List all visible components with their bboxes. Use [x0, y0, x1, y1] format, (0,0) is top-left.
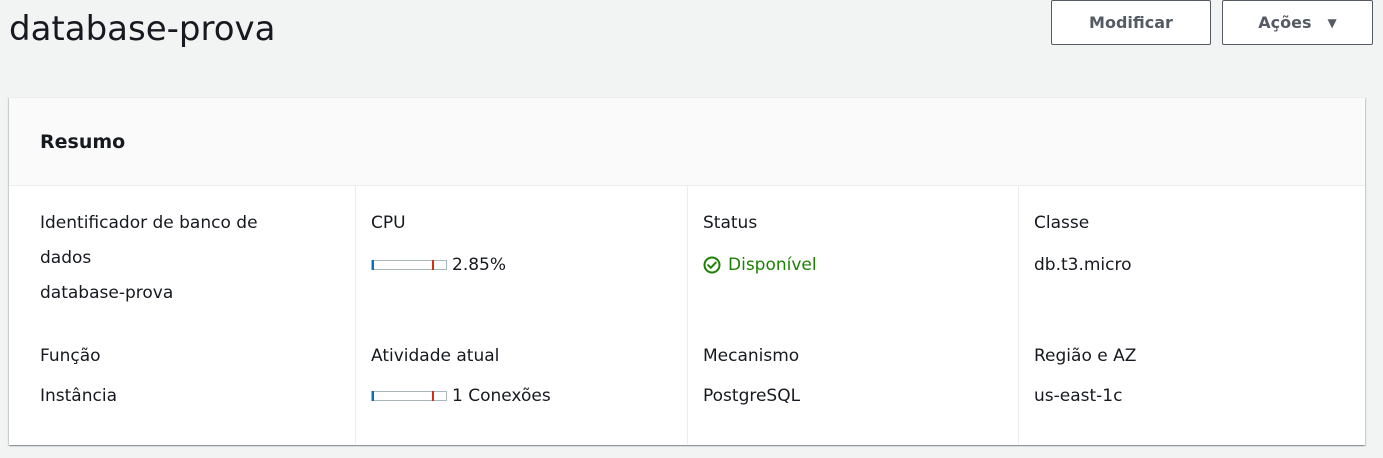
- engine-value: PostgreSQL: [703, 386, 801, 406]
- summary-column-status: Status Disponível Mecanismo PostgreSQL: [687, 186, 1018, 444]
- cpu-meter: [371, 260, 447, 270]
- header-actions: Modificar Ações ▼: [1051, 0, 1373, 45]
- activity-value: 1 Conexões: [452, 386, 551, 406]
- role-value: Instância: [40, 386, 117, 406]
- status-value-row: Disponível: [703, 248, 998, 282]
- class-value: db.t3.micro: [1034, 255, 1132, 275]
- page-title: database-prova: [9, 9, 276, 49]
- summary-column-identifier: Identificador de banco de dados database…: [9, 186, 355, 444]
- activity-label: Atividade atual: [371, 346, 500, 366]
- activity-field: Atividade atual 1 Conexões: [371, 339, 667, 413]
- activity-meter-fill: [372, 391, 374, 401]
- cpu-label: CPU: [371, 213, 406, 233]
- identifier-value: database-prova: [40, 283, 174, 303]
- role-label: Função: [40, 346, 101, 366]
- activity-value-row: 1 Conexões: [371, 379, 667, 413]
- actions-button-label: Ações: [1258, 13, 1312, 32]
- role-field: Função Instância: [40, 339, 335, 413]
- database-detail-page: database-prova Modificar Ações ▼ Resumo …: [0, 0, 1383, 458]
- summary-column-cpu: CPU 2.85% Atividade atual 1 Conexões: [355, 186, 687, 444]
- summary-card-header: Resumo: [9, 98, 1365, 186]
- activity-meter-threshold: [432, 391, 434, 401]
- summary-column-class: Classe db.t3.micro Região e AZ us-east-1…: [1018, 186, 1365, 444]
- summary-grid: Identificador de banco de dados database…: [9, 186, 1365, 444]
- modify-button[interactable]: Modificar: [1051, 0, 1211, 45]
- region-value: us-east-1c: [1034, 386, 1123, 406]
- class-label: Classe: [1034, 213, 1090, 233]
- cpu-field: CPU 2.85%: [371, 206, 667, 282]
- check-circle-icon: [703, 256, 721, 274]
- status-label: Status: [703, 213, 758, 233]
- status-value: Disponível: [728, 255, 817, 275]
- cpu-meter-fill: [372, 260, 374, 270]
- engine-label: Mecanismo: [703, 346, 800, 366]
- summary-title: Resumo: [40, 130, 126, 153]
- summary-card: Resumo Identificador de banco de dados d…: [9, 97, 1365, 445]
- engine-field: Mecanismo PostgreSQL: [703, 339, 998, 413]
- region-field: Região e AZ us-east-1c: [1034, 339, 1345, 413]
- cpu-value-row: 2.85%: [371, 248, 667, 282]
- actions-dropdown-button[interactable]: Ações ▼: [1222, 0, 1373, 45]
- cpu-meter-threshold: [432, 260, 434, 270]
- activity-meter: [371, 391, 447, 401]
- caret-down-icon: ▼: [1327, 15, 1337, 30]
- status-field: Status Disponível: [703, 206, 998, 282]
- identifier-field: Identificador de banco de dados database…: [40, 206, 335, 310]
- cpu-value: 2.85%: [452, 255, 507, 275]
- identifier-label: Identificador de banco de dados: [40, 213, 258, 268]
- class-field: Classe db.t3.micro: [1034, 206, 1345, 282]
- region-label: Região e AZ: [1034, 346, 1137, 366]
